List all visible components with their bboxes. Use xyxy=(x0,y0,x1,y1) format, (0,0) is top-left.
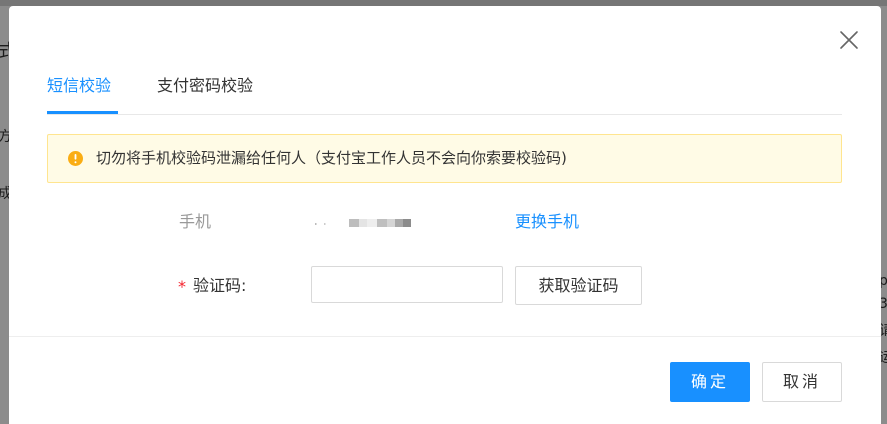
verification-code-label: 验证码: xyxy=(193,276,247,295)
confirm-button[interactable]: 确定 xyxy=(670,362,750,402)
active-tab-indicator xyxy=(47,111,118,114)
warning-alert: 切勿将手机校验码泄漏给任何人（支付宝工作人员不会向你索要校验码) xyxy=(47,134,842,183)
phone-label: 手机 xyxy=(179,212,212,231)
masked-phone-number xyxy=(311,215,411,231)
required-mark: * xyxy=(178,277,186,296)
warning-circle-icon xyxy=(68,151,83,166)
tab-payment-password-verification[interactable]: 支付密码校验 xyxy=(157,76,253,96)
footer-divider xyxy=(9,336,881,337)
close-icon[interactable] xyxy=(837,28,861,52)
get-verification-code-button[interactable]: 获取验证码 xyxy=(515,266,642,305)
cancel-button[interactable]: 取消 xyxy=(762,362,842,402)
verification-code-input[interactable] xyxy=(311,266,503,303)
verification-dialog: 短信校验 支付密码校验 切勿将手机校验码泄漏给任何人（支付宝工作人员不会向你索要… xyxy=(9,6,881,424)
tab-sms-verification[interactable]: 短信校验 xyxy=(47,76,111,96)
verification-tabs: 短信校验 支付密码校验 xyxy=(47,66,842,115)
change-phone-link[interactable]: 更换手机 xyxy=(515,212,579,232)
alert-message: 切勿将手机校验码泄漏给任何人（支付宝工作人员不会向你索要校验码) xyxy=(96,149,567,167)
